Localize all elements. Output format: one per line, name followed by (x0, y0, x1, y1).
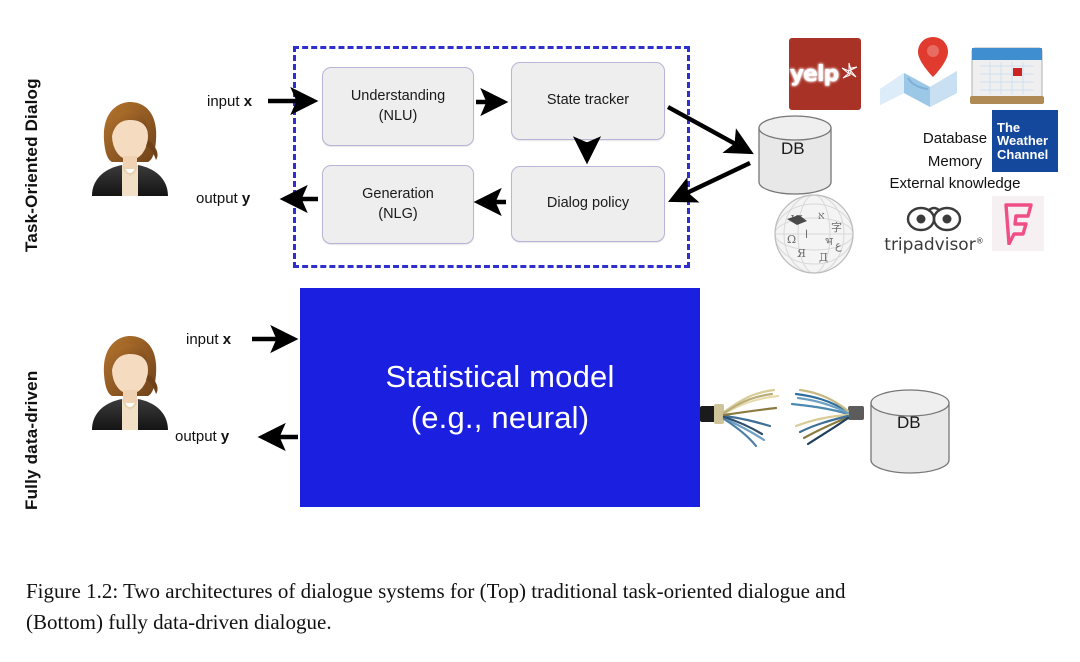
yelp-logo[interactable]: yelp (789, 38, 861, 110)
module-box-dialog-policy[interactable]: Dialog policy (511, 166, 665, 242)
caption-line-1: Figure 1.2: Two architectures of dialogu… (26, 579, 846, 603)
yelp-wordmark: yelp (789, 61, 840, 87)
module-box-nlg[interactable]: Generation (NLG) (322, 165, 474, 244)
output-label-top: output y (196, 190, 251, 207)
statistical-model-line-1: Statistical model (385, 359, 615, 395)
wikipedia-globe-logo[interactable]: Wא字 Ωاभ ЯДع (773, 193, 855, 275)
figure-canvas: Task-Oriented Dialog Fully data-driven i… (0, 0, 1080, 662)
svg-text:Ω: Ω (787, 233, 796, 246)
twc-line-3: Channel (997, 146, 1049, 162)
foursquare-logo[interactable] (992, 196, 1044, 251)
user-avatar-top (92, 102, 168, 196)
caption-line-2: (Bottom) fully data-driven dialogue. (26, 610, 332, 635)
svg-text:भ: भ (825, 235, 833, 248)
tripadvisor-owl-icon (906, 206, 962, 232)
foursquare-mark-icon (1004, 202, 1033, 245)
svg-text:Д: Д (819, 251, 828, 264)
weather-channel-logo[interactable]: The Weather Channel (992, 110, 1058, 172)
google-maps-logo[interactable] (878, 33, 960, 111)
input-label-bottom: input x (186, 331, 232, 348)
module-box-nlu[interactable]: Understanding (NLU) (322, 67, 474, 146)
svg-text:ا: ا (805, 228, 808, 241)
tripadvisor-logo[interactable]: tripadvisor® (884, 206, 984, 256)
section-label-fully-data-driven: Fully data-driven (22, 370, 41, 510)
database-label-top: DB (781, 139, 805, 158)
tripadvisor-wordmark: tripadvisor® (884, 235, 984, 255)
network-cable-graphic (700, 388, 864, 448)
twc-line-1: The (997, 119, 1021, 135)
svg-text:ع: ع (835, 239, 842, 252)
section-label-task-oriented: Task-Oriented Dialog (22, 78, 41, 252)
user-avatar-bottom (92, 336, 168, 430)
figure-caption: Figure 1.2: Two architectures of dialogu… (26, 576, 1056, 638)
svg-text:Я: Я (797, 247, 806, 260)
calendar-logo[interactable] (968, 38, 1046, 110)
twc-line-2: Weather (997, 133, 1049, 149)
yelp-burst-icon (841, 62, 858, 79)
module-box-state-tracker[interactable]: State tracker (511, 62, 665, 140)
knowledge-line-external: External knowledge (889, 175, 1021, 192)
database-label-bottom: DB (897, 413, 921, 432)
statistical-model-block[interactable]: Statistical model (e.g., neural) (300, 288, 700, 507)
statistical-model-line-2: (e.g., neural) (410, 399, 590, 435)
output-label-bottom: output y (175, 428, 230, 445)
input-label-top: input x (207, 93, 253, 110)
svg-text:א: א (818, 209, 825, 222)
svg-text:字: 字 (831, 220, 842, 234)
